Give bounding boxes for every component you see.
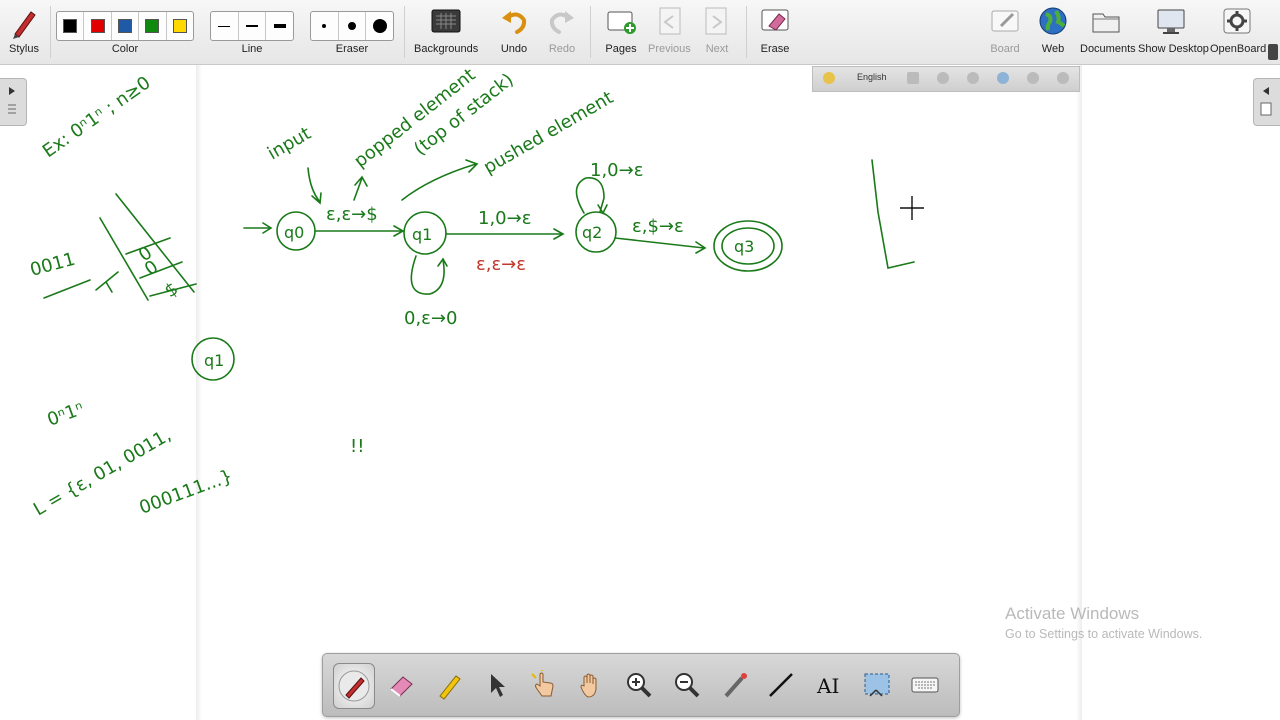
eraser-tool[interactable] <box>381 663 421 707</box>
text-tool[interactable]: AI <box>809 663 849 707</box>
input-text: input <box>264 123 315 164</box>
svg-text:AI: AI <box>816 674 839 698</box>
loop-q2 <box>575 177 608 215</box>
zoom-in-tool[interactable] <box>619 663 659 707</box>
pen-tool[interactable] <box>333 663 375 709</box>
pen-icon <box>338 670 370 702</box>
laser-pointer-tool[interactable] <box>715 663 755 707</box>
text-icon: AI <box>816 674 839 698</box>
tools-palette: AI <box>322 653 960 717</box>
highlighter-icon <box>439 675 461 700</box>
hand-icon <box>580 673 597 698</box>
interact-tool[interactable] <box>523 663 563 707</box>
q2-text: q2 <box>582 223 602 242</box>
line-icon <box>769 673 793 697</box>
activate-title: Activate Windows <box>1005 604 1140 623</box>
q3-text: q3 <box>734 237 754 256</box>
input-pointer <box>307 167 322 205</box>
crosshair-cursor <box>900 196 924 220</box>
stack-drawing <box>99 193 197 301</box>
laser-pointer-icon <box>724 673 747 698</box>
label-t12-red: ε,ε→ε <box>476 254 526 275</box>
popped-pointer <box>353 175 368 201</box>
q1-circle-text: q1 <box>204 351 224 370</box>
stack-arrow <box>95 271 119 293</box>
example-text: Ex: 0ⁿ1ⁿ ; n≥0 <box>39 72 155 162</box>
q0-text: q0 <box>284 223 304 242</box>
line-tool[interactable] <box>761 663 801 707</box>
label-t11: 0,ε→0 <box>404 308 457 329</box>
edge-q0-q1 <box>314 225 405 237</box>
highlighter-tool[interactable] <box>429 663 469 707</box>
edge-q1-q2 <box>445 228 565 240</box>
lang-set-text-2: 000111...} <box>137 466 236 519</box>
label-t01: ε,ε→$ <box>326 204 378 225</box>
zoom-out-icon <box>675 673 700 698</box>
loop-q1 <box>410 255 448 295</box>
hand-tool[interactable] <box>571 663 611 707</box>
capture-tool[interactable] <box>857 663 897 707</box>
label-t22: 1,0→ε <box>590 160 643 181</box>
lang-head-text: 0ⁿ1ⁿ <box>45 398 87 430</box>
keyboard-tool[interactable] <box>905 663 945 707</box>
bracket-stroke <box>871 159 915 269</box>
activate-windows-watermark: Activate Windows Go to Settings to activ… <box>1005 604 1202 641</box>
selector-tool[interactable] <box>477 663 517 707</box>
q1-text: q1 <box>412 225 432 244</box>
label-t12: 1,0→ε <box>478 208 531 229</box>
eraser-icon <box>390 676 413 697</box>
input-underline <box>43 279 91 299</box>
pointer-icon <box>491 674 505 697</box>
exclaim-text: !! <box>350 436 364 457</box>
keyboard-icon <box>911 677 939 693</box>
activate-subtitle: Go to Settings to activate Windows. <box>1005 627 1203 641</box>
stack-dollar: $ <box>161 278 182 302</box>
hand-pointer-icon <box>531 670 554 697</box>
zoom-in-icon <box>627 673 652 698</box>
capture-icon <box>864 673 890 697</box>
input-string-text: 0011 <box>28 249 78 281</box>
edge-q2-q3 <box>614 237 707 254</box>
pushed-pointer <box>401 159 479 201</box>
zoom-out-tool[interactable] <box>667 663 707 707</box>
start-arrow <box>243 222 273 234</box>
label-t23: ε,$→ε <box>632 216 684 237</box>
